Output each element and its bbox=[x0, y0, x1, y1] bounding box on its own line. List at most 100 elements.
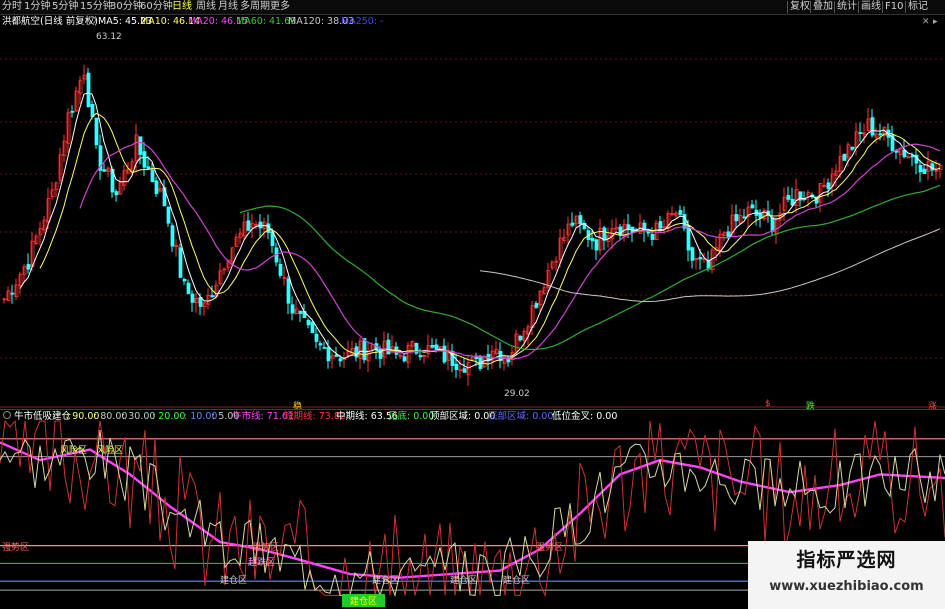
zone-watch-label: 超跌区 bbox=[248, 558, 276, 568]
toolbar-item-10[interactable]: 更多 bbox=[270, 0, 290, 14]
candle-body bbox=[590, 237, 595, 242]
candle-body bbox=[146, 166, 151, 170]
candle-body bbox=[26, 263, 31, 270]
candle-body bbox=[442, 345, 447, 363]
toolbar-right-item-1[interactable]: 叠加 bbox=[813, 0, 833, 14]
candle-body bbox=[190, 293, 195, 303]
settings-circle-icon[interactable] bbox=[3, 411, 11, 419]
toolbar-right-item-3[interactable]: 画线 bbox=[861, 0, 881, 14]
toolbar-separator bbox=[787, 1, 788, 13]
toolbar-separator bbox=[834, 1, 835, 13]
candle-body bbox=[518, 335, 523, 341]
zone-risk-label: 风险区 bbox=[60, 446, 88, 456]
candle-body bbox=[870, 117, 875, 136]
candle-body bbox=[434, 344, 439, 351]
candle-body bbox=[90, 104, 95, 118]
candle-body bbox=[138, 136, 143, 155]
candle-body bbox=[86, 72, 91, 108]
toolbar-item-0[interactable]: 分时 bbox=[2, 0, 22, 14]
candle-body bbox=[362, 338, 367, 361]
candle-body bbox=[698, 256, 703, 260]
indicator-param: : 30.00 bbox=[122, 411, 156, 422]
toolbar-separator bbox=[810, 1, 811, 13]
candle-body bbox=[10, 292, 15, 295]
ma10-line bbox=[39, 112, 941, 365]
candle-body bbox=[154, 180, 159, 194]
candle-body bbox=[922, 168, 927, 174]
candle-body bbox=[578, 215, 583, 225]
zone-build-label-4: 建仓区 bbox=[503, 576, 531, 586]
zone-risk-label-2: 风险区 bbox=[96, 446, 124, 456]
kline-panel[interactable]: 洪都航空(日线 前复权) MA5: 45.23 MA10: 46.14 MA20: … bbox=[0, 15, 945, 412]
indicator-name: 牛市低吸建仓 bbox=[14, 411, 72, 422]
indicator-param: : 20.00 bbox=[152, 411, 186, 422]
ma60-line bbox=[239, 184, 941, 351]
candle-body bbox=[310, 321, 315, 334]
toolbar-separator bbox=[905, 1, 906, 13]
signal-dollar: $ bbox=[765, 399, 771, 409]
settings-circle-icon[interactable] bbox=[88, 16, 96, 24]
toolbar-item-5[interactable]: 60分钟 bbox=[140, 0, 173, 14]
candle-body bbox=[246, 220, 251, 231]
candle-body bbox=[258, 221, 263, 229]
candle-body bbox=[734, 213, 739, 222]
candle-body bbox=[186, 282, 191, 294]
zone-strong-label-3: 强势区 bbox=[536, 543, 564, 553]
indicator-value: 顶部区域: 0.00 bbox=[430, 411, 496, 422]
indicator-value: 低位金叉: 0.00 bbox=[552, 411, 618, 422]
toolbar-separator bbox=[858, 1, 859, 13]
candle-body bbox=[198, 297, 203, 307]
candle-body bbox=[210, 295, 215, 298]
candle-body bbox=[306, 319, 311, 326]
candle-body bbox=[850, 146, 855, 150]
candle-body bbox=[166, 206, 171, 224]
candle-body bbox=[150, 169, 155, 183]
candle-body bbox=[290, 304, 295, 314]
expand-icon[interactable]: ▸ bbox=[933, 17, 938, 27]
candle-body bbox=[278, 264, 283, 276]
candle-body bbox=[858, 132, 863, 134]
candle-body bbox=[418, 355, 423, 358]
toolbar-right-item-5[interactable]: 标记 bbox=[908, 0, 928, 14]
candle-body bbox=[726, 231, 731, 238]
candle-body bbox=[690, 247, 695, 261]
ma20-line bbox=[79, 141, 941, 360]
indicator-value: 底部区域: 0.00 bbox=[488, 411, 554, 422]
zone-strong-label: 强势区 bbox=[2, 543, 30, 553]
candle-body bbox=[322, 346, 327, 349]
candle-body bbox=[70, 110, 75, 113]
ma5-line bbox=[19, 92, 941, 369]
candle-body bbox=[742, 216, 747, 219]
candle-body bbox=[686, 224, 691, 251]
ma-legend-item: MA250: - bbox=[341, 16, 384, 27]
candle-body bbox=[594, 239, 599, 251]
candle-body bbox=[658, 221, 663, 229]
kline-chart[interactable] bbox=[0, 15, 945, 408]
candle-body bbox=[94, 117, 99, 146]
period-toolbar: 分时 1分钟 5分钟 15分钟 30分钟 60分钟 日线 周线 月线 多周期 更多 复权 叠加 统计 画线 F… bbox=[0, 0, 945, 15]
candle-body bbox=[462, 368, 467, 373]
close-icon[interactable]: ✕ bbox=[922, 17, 930, 27]
toolbar-item-1[interactable]: 1分钟 bbox=[24, 0, 50, 14]
candle-body bbox=[286, 278, 291, 304]
zone-strong-label-2: 强势区 bbox=[252, 543, 280, 553]
toolbar-right-item-4[interactable]: F10 bbox=[885, 0, 903, 14]
toolbar-item-3[interactable]: 15分钟 bbox=[80, 0, 113, 14]
candle-body bbox=[314, 333, 319, 342]
toolbar-item-8[interactable]: 月线 bbox=[218, 0, 238, 14]
candle-body bbox=[182, 278, 187, 282]
candle-body bbox=[602, 227, 607, 241]
candle-body bbox=[826, 182, 831, 189]
toolbar-item-4[interactable]: 30分钟 bbox=[110, 0, 143, 14]
toolbar-right-item-0[interactable]: 复权 bbox=[790, 0, 810, 14]
indicator-value: 见底: 0.00 bbox=[388, 411, 435, 422]
candle-body bbox=[770, 217, 775, 232]
toolbar-item-7[interactable]: 周线 bbox=[196, 0, 216, 14]
toolbar-item-9[interactable]: 多周期 bbox=[240, 0, 270, 14]
toolbar-item-6[interactable]: 日线 bbox=[172, 0, 192, 14]
candle-body bbox=[918, 164, 923, 173]
watermark-banner: 指标严选网 www.xuezhibiao.com bbox=[748, 541, 945, 609]
toolbar-item-2[interactable]: 5分钟 bbox=[52, 0, 78, 14]
toolbar-right-item-2[interactable]: 统计 bbox=[837, 0, 857, 14]
toolbar-separator bbox=[882, 1, 883, 13]
